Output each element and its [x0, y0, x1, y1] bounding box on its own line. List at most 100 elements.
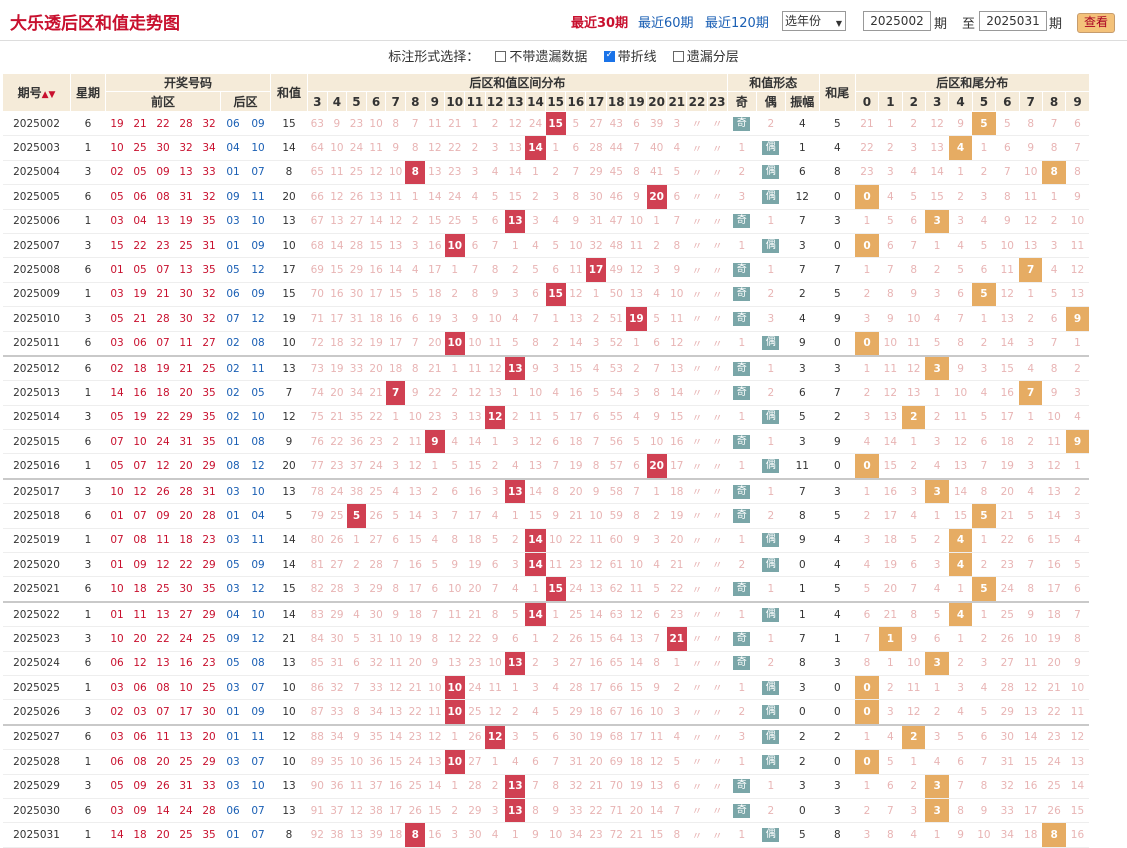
option-no-missing[interactable]: 不带遗漏数据	[495, 50, 587, 65]
odd-miss: 1	[738, 337, 746, 350]
sum-miss-cell: 33	[346, 355, 367, 382]
front-ball: 31	[197, 478, 221, 505]
tail-miss-cell: 8	[995, 184, 1020, 210]
option-line[interactable]: 带折线	[603, 50, 657, 65]
sum-miss-cell: 1	[626, 331, 647, 357]
sum-miss-cell: 8	[405, 355, 426, 382]
front-ball: 14	[105, 822, 129, 848]
sum-miss-cell: 38	[366, 798, 386, 824]
sum-miss-cell: 79	[307, 503, 328, 529]
tail-miss-cell: 2	[972, 552, 996, 578]
nav-recent-120[interactable]: 最近120期	[705, 12, 769, 31]
trend-table: 期号▲▼ 星期 开奖号码 和值 后区和值区间分布 和值形态 和尾 后区和尾分布 …	[2, 73, 1090, 848]
from-period-input[interactable]: 2025002	[863, 11, 931, 31]
sum-miss-cell: 11	[626, 576, 647, 603]
sum-miss-cell: 20	[327, 380, 347, 406]
even-miss: 1	[767, 215, 775, 228]
sum-miss-cell: 〃	[707, 184, 728, 210]
sum-miss-cell: 27	[585, 111, 607, 137]
back-ball: 09	[245, 282, 271, 308]
sum-col-3: 3	[307, 91, 328, 112]
sum-hit-cell: 15	[545, 111, 566, 137]
sum-miss-cell: 21	[585, 774, 607, 799]
tail-miss-cell: 2	[1042, 209, 1066, 234]
front-ball: 11	[151, 528, 175, 554]
sum-miss-cell: 〃	[686, 355, 708, 382]
tail-miss-cell: 4	[855, 552, 879, 578]
back-ball: 10	[245, 478, 271, 505]
tail-miss-cell: 6	[902, 552, 926, 578]
tail-miss-cell: 11	[902, 675, 926, 701]
tail-miss-cell: 10	[1065, 675, 1090, 701]
tail-miss-cell: 2	[878, 135, 903, 161]
table-row: 2025014 3 05 19 22 29 35 02 10 12 75 21 35 22 1 10 23 3 13…	[2, 405, 1090, 431]
tail-miss-cell: 13	[1019, 699, 1043, 726]
front-ball: 21	[128, 306, 152, 332]
sum-miss-cell: 39	[646, 111, 667, 137]
sum-miss-cell: 6	[464, 233, 486, 259]
option-layer[interactable]: 遗漏分层	[672, 50, 739, 65]
front-ball: 09	[128, 552, 152, 578]
amplitude-cell: 0	[785, 699, 820, 726]
tail-miss-cell: 21	[1042, 675, 1066, 701]
sum-miss-cell: 30	[464, 822, 486, 848]
tail-col-7: 7	[1018, 91, 1043, 112]
tail-miss-cell: 2	[972, 626, 996, 652]
sum-miss-cell: 4	[545, 380, 566, 406]
period-cell: 2025020	[2, 552, 71, 578]
to-period-input[interactable]: 2025031	[979, 11, 1047, 31]
sum-miss-cell: 48	[606, 233, 627, 259]
period-cell: 2025008	[2, 257, 71, 283]
sum-miss-cell: 9	[425, 651, 445, 676]
weekday-cell: 6	[70, 651, 106, 676]
sum-miss-cell: 5	[385, 503, 406, 529]
tail-miss-cell: 5	[948, 257, 973, 283]
front-ball: 14	[151, 798, 175, 824]
front-ball: 20	[151, 822, 175, 848]
back-ball: 07	[245, 749, 271, 775]
page-title: 大乐透后区和值走势图	[10, 14, 180, 34]
front-ball: 05	[128, 257, 152, 283]
even-badge: 偶	[762, 141, 780, 156]
tail-miss-cell: 2	[902, 453, 926, 480]
nav-recent-60[interactable]: 最近60期	[638, 12, 694, 31]
sum-miss-cell: 14	[425, 184, 445, 210]
nav-recent-30[interactable]: 最近30期	[571, 12, 628, 31]
tail-miss-cell: 15	[995, 355, 1020, 382]
sum-miss-cell: 6	[346, 651, 367, 676]
tail-cell: 2	[819, 724, 856, 751]
tail-miss-cell: 3	[972, 184, 996, 210]
front-ball: 18	[151, 380, 175, 406]
even-cell: 2	[756, 380, 786, 406]
tail-miss-cell: 23	[1042, 724, 1066, 751]
sum-col-11: 11	[464, 91, 486, 112]
checkbox-layer[interactable]	[672, 51, 684, 62]
sum-miss-cell: 〃	[707, 380, 728, 406]
sum-miss-cell: 6	[666, 184, 687, 210]
odd-badge: 奇	[733, 779, 751, 794]
front-ball: 19	[128, 282, 152, 308]
query-button[interactable]: 查看	[1077, 13, 1115, 33]
sum-cell: 13	[270, 209, 308, 234]
sum-miss-cell: 4	[666, 724, 687, 751]
sort-icon[interactable]: ▲▼	[42, 90, 56, 100]
front-ball: 26	[151, 478, 175, 505]
sum-miss-cell: 14	[666, 380, 687, 406]
front-ball: 30	[174, 306, 198, 332]
tail-hit-cell: 0	[855, 453, 879, 480]
amplitude-cell: 5	[785, 405, 820, 431]
sum-miss-cell: 14	[425, 774, 445, 799]
front-ball: 08	[128, 749, 152, 775]
sum-miss-cell: 35	[366, 724, 386, 751]
sum-miss-cell: 5	[626, 429, 647, 455]
year-select[interactable]: 选年份	[782, 11, 846, 33]
front-ball: 12	[151, 453, 175, 480]
tail-miss-cell: 25	[995, 601, 1020, 628]
col-period[interactable]: 期号▲▼	[2, 73, 71, 112]
sum-miss-cell: 14	[385, 257, 406, 283]
checkbox-no-missing[interactable]	[495, 51, 507, 62]
checkbox-line[interactable]	[603, 50, 615, 62]
tail-miss-cell: 21	[855, 111, 879, 137]
sum-hit-cell: 12	[485, 405, 506, 431]
sum-miss-cell: 24	[366, 453, 386, 480]
